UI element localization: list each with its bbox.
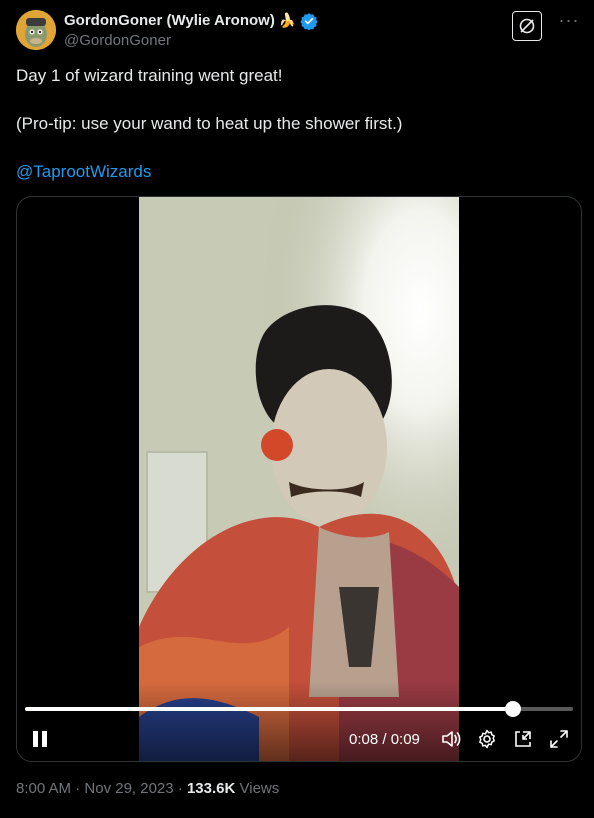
display-name-row[interactable]: GordonGoner (Wylie Aronow) 🍌 <box>64 12 318 31</box>
separator: · <box>177 780 187 797</box>
separator: · <box>75 780 85 797</box>
tweet-meta: 8:00 AM · Nov 29, 2023 · 133.6K Views <box>16 780 279 797</box>
tweet-text: Day 1 of wizard training went great! (Pr… <box>16 64 576 184</box>
views-label: Views <box>239 780 280 797</box>
banana-emoji: 🍌 <box>278 13 297 29</box>
tweet-line-2: (Pro-tip: use your wand to heat up the s… <box>16 114 403 133</box>
post-time[interactable]: 8:00 AM <box>16 780 71 797</box>
settings-icon[interactable] <box>476 728 498 750</box>
progress-bar[interactable] <box>25 701 573 717</box>
post-date[interactable]: Nov 29, 2023 <box>84 780 173 797</box>
volume-icon[interactable] <box>440 728 462 750</box>
grok-icon[interactable] <box>512 11 542 41</box>
fullscreen-icon[interactable] <box>548 728 570 750</box>
display-name[interactable]: GordonGoner (Wylie Aronow) <box>64 12 275 30</box>
tweet-header: GordonGoner (Wylie Aronow) 🍌 @GordonGone… <box>16 10 582 50</box>
time-display: 0:08 / 0:09 <box>349 731 420 748</box>
views-count: 133.6K <box>186 780 236 797</box>
progress-thumb[interactable] <box>504 701 521 717</box>
avatar[interactable] <box>16 10 56 50</box>
mention-link[interactable]: @TaprootWizards <box>16 160 576 184</box>
video-frame[interactable] <box>139 197 459 761</box>
picture-in-picture-icon[interactable] <box>512 728 534 750</box>
video-player[interactable]: 0:08 / 0:09 <box>16 196 582 762</box>
tweet-line-1: Day 1 of wizard training went great! <box>16 66 283 85</box>
progress-fill <box>25 707 513 711</box>
more-icon[interactable]: ··· <box>556 11 582 34</box>
pause-icon[interactable] <box>31 729 49 749</box>
handle[interactable]: @GordonGoner <box>64 31 318 51</box>
verified-badge-icon <box>300 12 318 31</box>
